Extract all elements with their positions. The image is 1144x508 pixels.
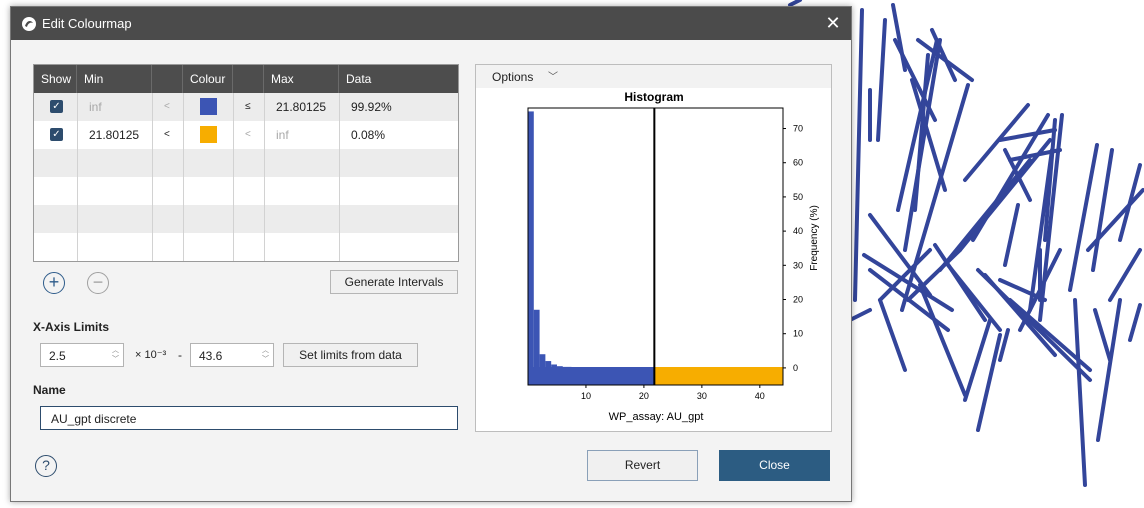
name-label: Name (33, 383, 66, 397)
min-operator: < (164, 129, 170, 140)
close-icon[interactable]: ✕ (823, 13, 843, 33)
column-header-data[interactable]: Data (339, 65, 458, 93)
drillhole-trace (1096, 298, 1122, 442)
plot-frame (527, 107, 784, 386)
empty-row (34, 205, 458, 233)
drillhole-trace (876, 18, 887, 142)
y-tick-label: 70 (793, 124, 803, 134)
help-icon[interactable]: ? (35, 455, 57, 477)
chevron-down-icon[interactable]: ﹀ (548, 68, 558, 83)
app-logo-icon (22, 17, 36, 31)
y-tick-label: 60 (793, 158, 803, 168)
y-tick-label: 30 (793, 260, 803, 270)
colour-swatch[interactable] (200, 98, 217, 115)
data-percent: 0.08% (351, 128, 386, 142)
spin-arrows-icon[interactable]: ︿ ﹀ (112, 346, 119, 364)
close-button[interactable]: Close (719, 450, 830, 481)
max-operator: < (245, 129, 251, 140)
drillhole-trace (848, 308, 872, 322)
revert-button[interactable]: Revert (587, 450, 698, 481)
column-divider (233, 93, 234, 261)
drillhole-trace (1091, 148, 1114, 272)
column-divider (339, 93, 340, 261)
drillhole-trace (963, 103, 1030, 182)
x-tick-label: 40 (755, 391, 765, 401)
drillhole-trace (868, 213, 932, 297)
column-divider (183, 93, 184, 261)
table-row[interactable]: ✓ inf < ≤ 21.80125 99.92% (34, 93, 458, 121)
x-axis-max-value: 43.6 (199, 349, 223, 363)
column-header-colour[interactable]: Colour (183, 65, 233, 93)
min-value[interactable]: inf (89, 93, 102, 121)
drillhole-trace (1128, 303, 1142, 342)
colour-band-high (654, 367, 783, 385)
column-header-op-right (233, 65, 264, 93)
drillhole-trace (958, 138, 1052, 252)
x-tick-label: 30 (697, 391, 707, 401)
x-axis-range-separator: - (178, 348, 182, 362)
max-operator: ≤ (245, 101, 251, 112)
y-tick-label: 50 (793, 192, 803, 202)
drillhole-trace (853, 8, 864, 302)
y-tick-label: 0 (793, 363, 798, 373)
x-axis-min-stepper[interactable]: 2.5 ︿ ﹀ (40, 343, 124, 367)
title-bar: Edit Colourmap ✕ (11, 7, 851, 40)
generate-intervals-button[interactable]: Generate Intervals (330, 270, 458, 294)
drillhole-trace (918, 283, 967, 397)
data-percent: 99.92% (351, 100, 392, 114)
spin-arrows-icon[interactable]: ︿ ﹀ (262, 346, 269, 364)
empty-row (34, 177, 458, 205)
dialog-title: Edit Colourmap (42, 16, 132, 31)
show-checkbox[interactable]: ✓ (50, 100, 63, 113)
column-header-show[interactable]: Show (34, 65, 77, 93)
table-row[interactable]: ✓ 21.80125 < < inf 0.08% (34, 121, 458, 149)
column-divider (77, 93, 78, 261)
colour-swatch[interactable] (200, 126, 217, 143)
chart-title: Histogram (624, 90, 683, 104)
column-divider (264, 93, 265, 261)
y-tick-label: 40 (793, 226, 803, 236)
colour-band-low (528, 367, 655, 385)
y-tick-label: 10 (793, 329, 803, 339)
x-axis-label: WP_assay: AU_gpt (609, 411, 704, 423)
drillhole-trace (1093, 308, 1112, 362)
x-tick-label: 20 (639, 391, 649, 401)
x-tick-label: 10 (581, 391, 591, 401)
x-axis-max-stepper[interactable]: 43.6 ︿ ﹀ (190, 343, 274, 367)
histogram-panel: Options ﹀ Histogram WP_assay: AU_gpt Fre… (475, 64, 832, 432)
y-axis-label: Frequency (%) (809, 205, 820, 271)
column-header-op-left (152, 65, 183, 93)
name-field[interactable]: AU_gpt discrete (40, 406, 458, 430)
edit-colourmap-dialog: Edit Colourmap ✕ Show Min Colour Max Dat… (10, 6, 852, 502)
options-menu[interactable]: Options (492, 70, 533, 84)
max-value[interactable]: inf (276, 121, 289, 149)
name-field-value: AU_gpt discrete (51, 412, 137, 426)
empty-row (34, 233, 458, 261)
empty-row (34, 149, 458, 177)
drillhole-trace (788, 0, 802, 7)
x-axis-scale-label: × 10⁻³ (135, 349, 167, 361)
drillhole-trace (946, 263, 1002, 332)
min-value[interactable]: 21.80125 (89, 121, 139, 149)
column-header-min[interactable]: Min (77, 65, 152, 93)
show-checkbox[interactable]: ✓ (50, 128, 63, 141)
intervals-table: Show Min Colour Max Data ✓ inf < ≤ 21.80… (33, 64, 459, 262)
histogram-bar (528, 111, 534, 386)
max-value[interactable]: 21.80125 (276, 93, 326, 121)
remove-interval-button[interactable]: − (87, 272, 109, 294)
drillhole-trace (1086, 188, 1144, 252)
drillhole-trace (1108, 248, 1142, 302)
min-operator: < (164, 101, 170, 112)
x-axis-limits-label: X-Axis Limits (33, 320, 110, 334)
drillhole-trace (1073, 298, 1087, 487)
options-bar: Options ﹀ (476, 65, 831, 88)
histogram-chart: Histogram WP_assay: AU_gpt Frequency (%)… (527, 90, 820, 423)
drillhole-trace (1003, 203, 1020, 267)
y-tick-label: 20 (793, 295, 803, 305)
column-header-max[interactable]: Max (264, 65, 339, 93)
add-interval-button[interactable]: + (43, 272, 65, 294)
column-divider (152, 93, 153, 261)
x-axis-min-value: 2.5 (49, 349, 66, 363)
set-limits-from-data-button[interactable]: Set limits from data (283, 343, 418, 367)
